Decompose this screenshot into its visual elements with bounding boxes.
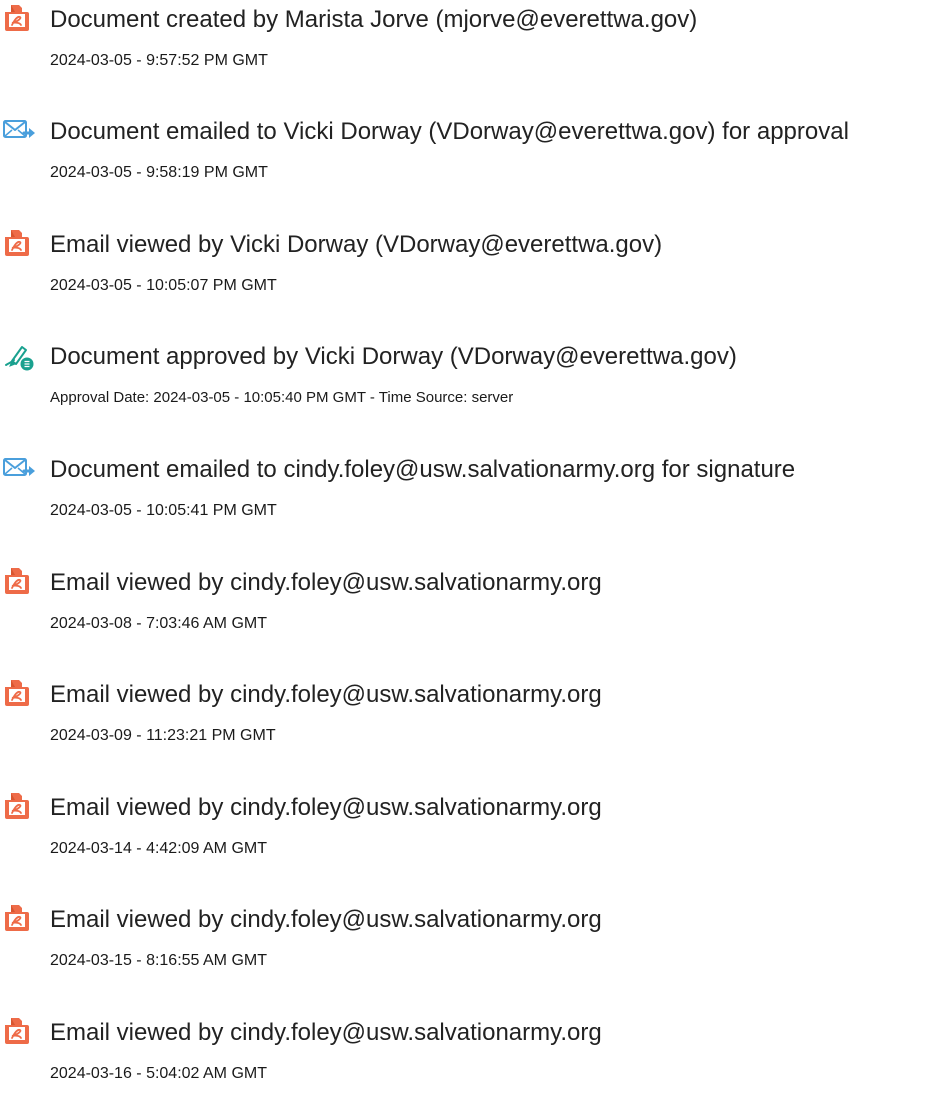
- document-viewed-icon: [0, 790, 42, 824]
- email-sent-icon: [0, 452, 42, 486]
- event-title: Email viewed by cindy.foley@usw.salvatio…: [50, 906, 602, 933]
- history-event: Document created by Marista Jorve (mjorv…: [0, 0, 937, 90]
- event-approval-date: Approval Date: 2024-03-05 - 10:05:40 PM …: [50, 389, 514, 406]
- event-title: Document created by Marista Jorve (mjorv…: [50, 6, 698, 33]
- document-viewed-icon: [0, 1015, 42, 1049]
- history-event: Document emailed to Vicki Dorway (VDorwa…: [0, 112, 937, 202]
- history-event: Email viewed by cindy.foley@usw.salvatio…: [0, 563, 937, 653]
- history-event: Email viewed by cindy.foley@usw.salvatio…: [0, 1013, 937, 1103]
- event-timestamp: 2024-03-05 - 9:58:19 PM GMT: [50, 164, 268, 181]
- event-timestamp: 2024-03-14 - 4:42:09 AM GMT: [50, 840, 267, 857]
- history-event: Email viewed by cindy.foley@usw.salvatio…: [0, 675, 937, 765]
- event-timestamp: 2024-03-05 - 10:05:41 PM GMT: [50, 502, 277, 519]
- history-event: Email viewed by cindy.foley@usw.salvatio…: [0, 900, 937, 990]
- history-event: Email viewed by cindy.foley@usw.salvatio…: [0, 788, 937, 878]
- email-sent-icon: [0, 114, 42, 148]
- document-viewed-icon: [0, 902, 42, 936]
- document-viewed-icon: [0, 565, 42, 599]
- document-created-icon: [0, 2, 42, 36]
- event-title: Document emailed to Vicki Dorway (VDorwa…: [50, 118, 849, 145]
- history-event: Email viewed by Vicki Dorway (VDorway@ev…: [0, 225, 937, 315]
- event-timestamp: 2024-03-15 - 8:16:55 AM GMT: [50, 952, 267, 969]
- event-title: Email viewed by Vicki Dorway (VDorway@ev…: [50, 231, 663, 258]
- event-title: Document approved by Vicki Dorway (VDorw…: [50, 343, 737, 370]
- event-timestamp: 2024-03-08 - 7:03:46 AM GMT: [50, 615, 267, 632]
- event-title: Email viewed by cindy.foley@usw.salvatio…: [50, 681, 602, 708]
- event-timestamp: 2024-03-16 - 5:04:02 AM GMT: [50, 1065, 267, 1082]
- event-timestamp: 2024-03-05 - 10:05:07 PM GMT: [50, 277, 277, 294]
- event-title: Email viewed by cindy.foley@usw.salvatio…: [50, 1019, 602, 1046]
- approved-pen-icon: [0, 339, 42, 373]
- event-timestamp: 2024-03-09 - 11:23:21 PM GMT: [50, 727, 276, 744]
- event-title: Email viewed by cindy.foley@usw.salvatio…: [50, 569, 602, 596]
- event-title: Email viewed by cindy.foley@usw.salvatio…: [50, 794, 602, 821]
- history-event: Document emailed to cindy.foley@usw.salv…: [0, 450, 937, 540]
- history-event: Document approved by Vicki Dorway (VDorw…: [0, 337, 937, 427]
- event-title: Document emailed to cindy.foley@usw.salv…: [50, 456, 796, 483]
- document-viewed-icon: [0, 677, 42, 711]
- document-viewed-icon: [0, 227, 42, 261]
- event-timestamp: 2024-03-05 - 9:57:52 PM GMT: [50, 52, 268, 69]
